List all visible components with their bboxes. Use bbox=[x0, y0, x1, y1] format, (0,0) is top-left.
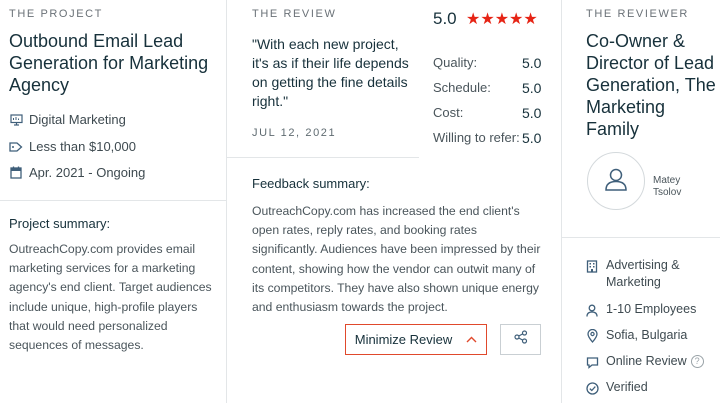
project-dates-text: Apr. 2021 - Ongoing bbox=[29, 165, 146, 180]
rating-label: Schedule: bbox=[433, 80, 491, 95]
divider-project-summary bbox=[0, 200, 226, 201]
divider-col1 bbox=[226, 0, 227, 403]
project-title: Outbound Email Lead Generation for Marke… bbox=[9, 31, 209, 95]
rating-schedule: Schedule: 5.0 bbox=[433, 80, 543, 96]
user-icon bbox=[585, 303, 599, 317]
reviewer-verification: Verified bbox=[585, 379, 648, 396]
overall-score: 5.0 bbox=[433, 9, 457, 28]
project-summary-text: OutreachCopy.com provides email marketin… bbox=[9, 242, 212, 353]
feedback-summary-text: OutreachCopy.com has increased the end c… bbox=[252, 204, 541, 315]
rating-willing-to-refer: Willing to refer: 5.0 bbox=[433, 130, 543, 146]
project-budget-text: Less than $10,000 bbox=[29, 139, 136, 154]
calendar-icon bbox=[9, 166, 23, 180]
monitor-icon bbox=[9, 113, 23, 127]
project-summary-heading: Project summary: bbox=[9, 216, 111, 231]
reviewer-industry-text: Advertising & Marketing bbox=[606, 258, 680, 289]
rating-value: 5.0 bbox=[522, 130, 542, 146]
minimize-review-button[interactable]: Minimize Review bbox=[345, 324, 487, 355]
reviewer-review-type-text: Online Review bbox=[606, 354, 687, 368]
rating-cost: Cost: 5.0 bbox=[433, 105, 543, 121]
reviewer-first-name: Matey bbox=[653, 175, 681, 186]
building-icon bbox=[585, 259, 599, 273]
chevron-up-icon bbox=[466, 336, 477, 343]
check-circle-icon bbox=[585, 381, 599, 395]
share-button[interactable] bbox=[500, 324, 541, 355]
reviewer-verification-text: Verified bbox=[606, 380, 648, 394]
rating-value: 5.0 bbox=[522, 105, 542, 121]
user-avatar-icon bbox=[603, 166, 629, 197]
divider-review-quote bbox=[226, 157, 419, 158]
rating-quality: Quality: 5.0 bbox=[433, 55, 543, 71]
reviewer-location-text: Sofia, Bulgaria bbox=[606, 328, 688, 342]
reviewer-section-label: THE REVIEWER bbox=[586, 8, 689, 20]
minimize-review-label: Minimize Review bbox=[354, 332, 453, 347]
reviewer-industry: Advertising & Marketing bbox=[585, 257, 715, 291]
rating-value: 5.0 bbox=[522, 55, 542, 71]
rating-label: Quality: bbox=[433, 55, 478, 70]
reviewer-name: Matey Tsolov bbox=[653, 175, 693, 199]
reviewer-employees: 1-10 Employees bbox=[585, 301, 696, 318]
chat-icon bbox=[585, 355, 599, 369]
reviewer-title: Co-Owner & Director of Lead Generation, … bbox=[586, 31, 716, 139]
price-tag-icon bbox=[9, 140, 23, 154]
project-dates: Apr. 2021 - Ongoing bbox=[9, 165, 145, 180]
avatar bbox=[587, 152, 645, 210]
reviewer-location: Sofia, Bulgaria bbox=[585, 327, 687, 344]
help-icon[interactable]: ? bbox=[690, 355, 704, 368]
reviewer-last-name: Tsolov bbox=[653, 187, 682, 198]
divider-col2 bbox=[561, 0, 562, 403]
rating-label: Willing to refer: bbox=[433, 130, 520, 145]
rating-label: Cost: bbox=[433, 105, 464, 120]
project-budget: Less than $10,000 bbox=[9, 139, 136, 154]
reviewer-employees-text: 1-10 Employees bbox=[606, 302, 697, 316]
project-service-text: Digital Marketing bbox=[29, 112, 126, 127]
project-section-label: THE PROJECT bbox=[9, 8, 103, 20]
review-quote: "With each new project, it's as if their… bbox=[252, 36, 409, 109]
divider-reviewer-info bbox=[561, 237, 720, 238]
project-service: Digital Marketing bbox=[9, 112, 126, 127]
review-section-label: THE REVIEW bbox=[252, 8, 337, 20]
review-date: JUL 12, 2021 bbox=[252, 127, 337, 139]
share-icon bbox=[513, 330, 528, 349]
reviewer-review-type: Online Review ? bbox=[585, 353, 704, 370]
star-rating: ★★★★★ bbox=[466, 11, 538, 28]
location-pin-icon bbox=[585, 329, 599, 343]
rating-value: 5.0 bbox=[522, 80, 542, 96]
feedback-summary-heading: Feedback summary: bbox=[252, 176, 370, 191]
